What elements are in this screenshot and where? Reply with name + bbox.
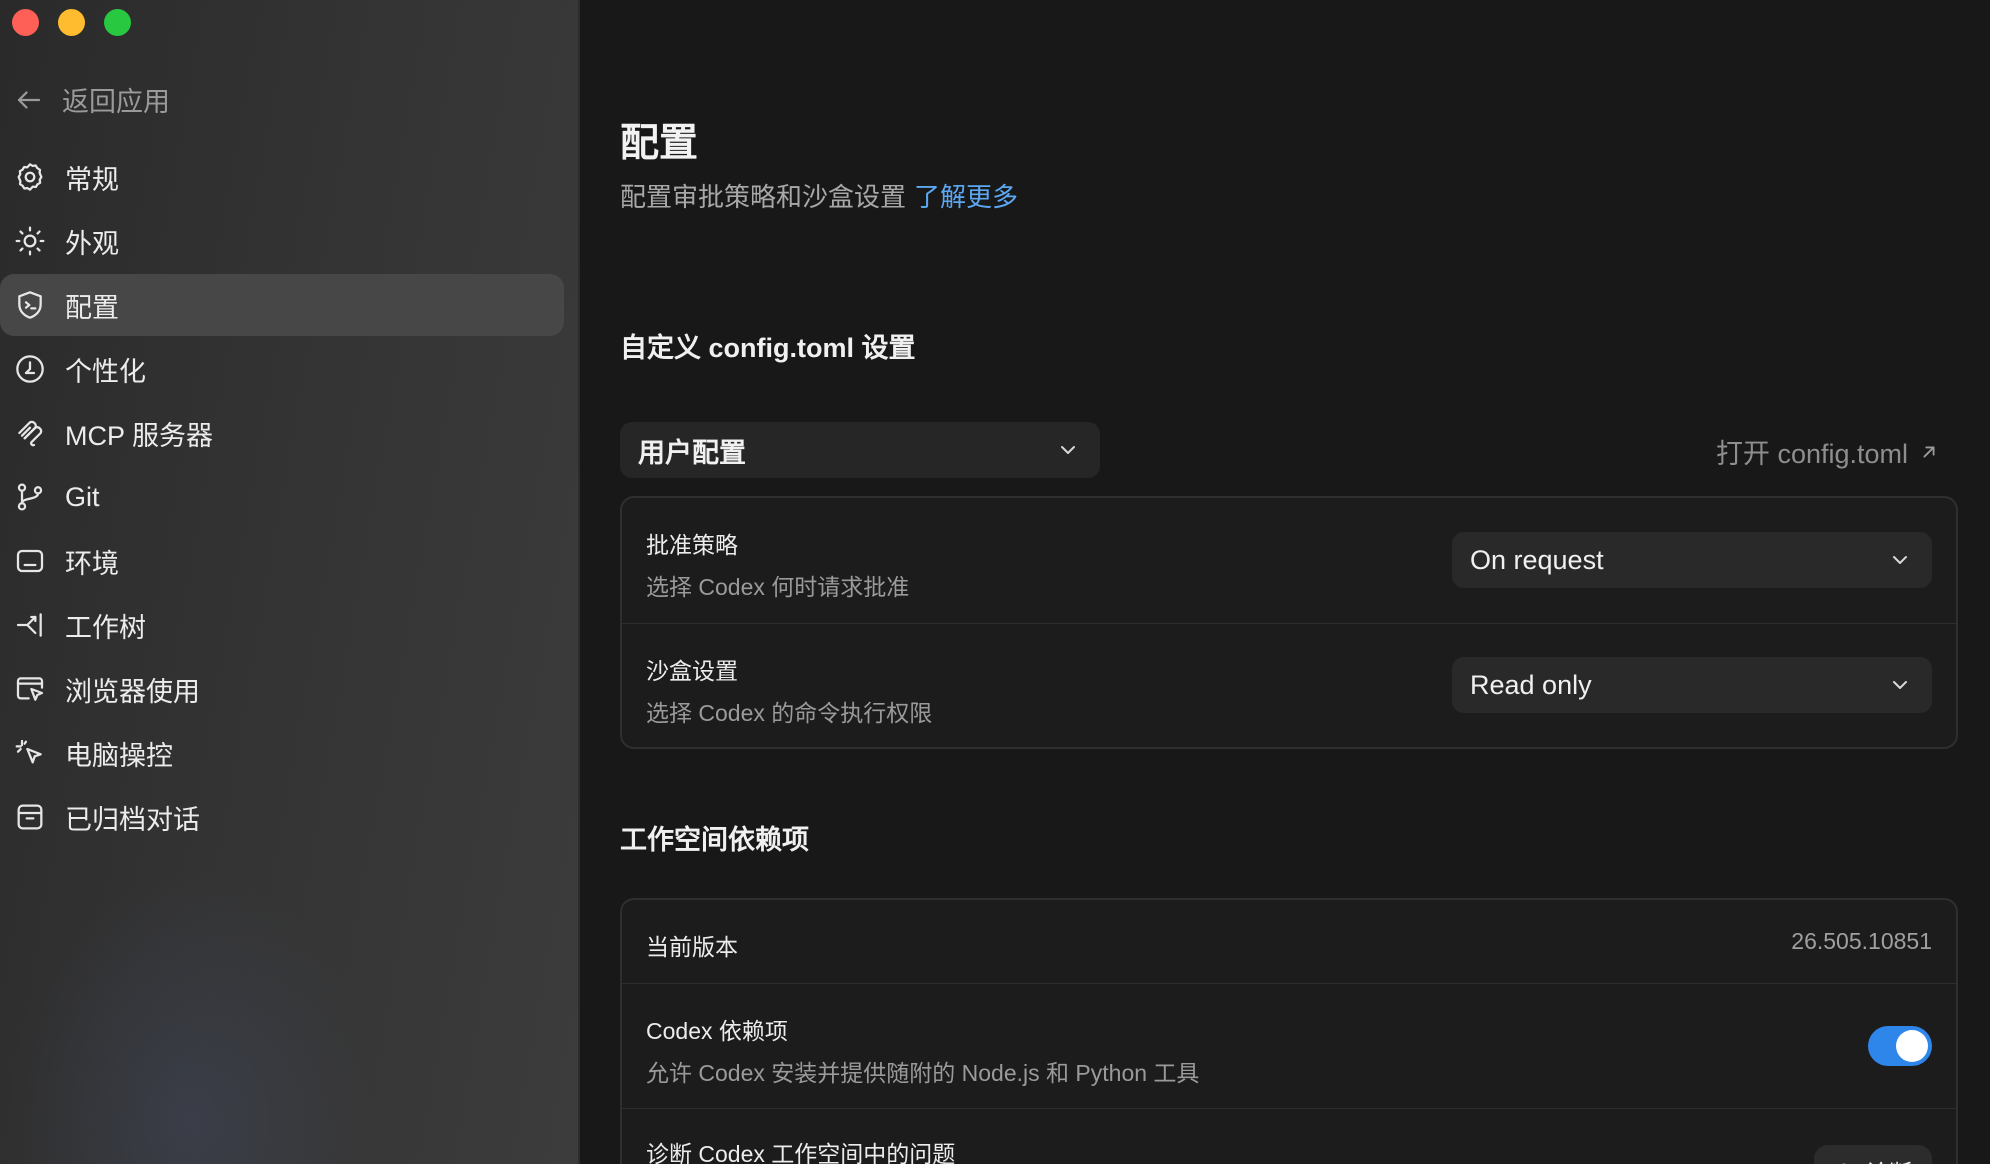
approval-policy-select[interactable]: On request [1452,532,1932,588]
sidebar-item-mcp[interactable]: MCP 服务器 [0,402,564,464]
sidebar-item-environment[interactable]: 环境 [0,530,564,592]
current-version-row: 当前版本 26.505.10851 [622,900,1956,984]
sun-icon [15,226,45,256]
git-branch-icon [17,483,43,511]
monitor-icon [16,549,44,573]
minimize-window-button[interactable] [58,9,85,36]
back-to-app-button[interactable]: 返回应用 [14,80,170,119]
current-version-value: 26.505.10851 [1791,928,1932,954]
sidebar-item-config[interactable]: 配置 [0,274,564,336]
diagnose-label: 诊断 Codex 工作空间中的问题 [646,1141,956,1164]
page-title: 配置 [620,122,699,165]
pointer-click-icon [15,739,42,764]
worktree-icon [16,613,42,637]
sidebar-item-label: 已归档对话 [65,804,200,835]
current-version-label: 当前版本 [646,934,738,960]
approval-policy-desc: 选择 Codex 何时请求批准 [646,574,910,600]
sidebar-item-label: 浏览器使用 [65,676,200,707]
personalize-icon [16,355,44,383]
sidebar-item-label: 个性化 [65,356,146,387]
sandbox-row: 沙盒设置 选择 Codex 的命令执行权限 Read only [622,624,1956,747]
zoom-window-button[interactable] [104,9,131,36]
sidebar-item-git[interactable]: Git [0,466,564,528]
sidebar-item-label: Git [65,481,100,512]
diagnose-row: 诊断 Codex 工作空间中的问题 诊断 [622,1109,1956,1164]
deps-card: 当前版本 26.505.10851 Codex 依赖项 允许 Codex 安装并… [620,898,1958,1164]
codex-deps-row: Codex 依赖项 允许 Codex 安装并提供随附的 Node.js 和 Py… [622,984,1956,1109]
sidebar-item-label: 常规 [65,164,119,195]
sidebar-item-appearance[interactable]: 外观 [0,210,564,272]
settings-content: 配置 配置审批策略和沙盒设置 了解更多 自定义 config.toml 设置 用户… [582,0,1990,1164]
sandbox-desc: 选择 Codex 的命令执行权限 [646,700,933,726]
codex-deps-toggle[interactable] [1868,1026,1932,1066]
sandbox-select[interactable]: Read only [1452,657,1932,713]
sidebar-item-browser[interactable]: 浏览器使用 [0,658,564,720]
arrow-left-icon [17,90,41,109]
back-label: 返回应用 [62,87,170,117]
sidebar-item-label: 外观 [65,228,119,259]
sandbox-value: Read only [1470,669,1592,700]
diagnose-button[interactable]: 诊断 [1814,1145,1932,1164]
chevron-down-icon [1893,681,1907,689]
sidebar-item-label: 电脑操控 [65,740,173,771]
search-icon [1842,1163,1847,1164]
sidebar-item-label: 工作树 [65,612,146,643]
sidebar-item-label: 配置 [65,292,119,323]
sidebar-item-label: 环境 [65,548,119,579]
chevron-down-icon [1061,446,1075,454]
open-config-link[interactable]: 打开 config.toml [1716,432,1940,471]
sidebar-item-label: MCP 服务器 [65,420,214,451]
browser-cursor-icon [16,677,44,701]
page-subtitle: 配置审批策略和沙盒设置 了解更多 [620,177,1018,214]
policy-card: 批准策略 选择 Codex 何时请求批准 On request 沙盒设置 选择 … [620,496,1958,749]
profile-select-value: 用户配置 [638,437,746,468]
archive-icon [17,804,43,830]
chevron-down-icon [1893,556,1907,564]
approval-policy-value: On request [1470,544,1604,575]
sidebar-item-computer-use[interactable]: 电脑操控 [0,722,564,784]
settings-nav: 常规 外观 配置 个性化 MCP 服务器 Git 环境 工作树 浏览器使用 电脑… [0,146,564,850]
profile-select[interactable]: 用户配置 [620,422,1100,478]
toggle-knob [1896,1030,1928,1062]
shield-terminal-icon [18,291,42,319]
window-controls [12,9,131,36]
approval-policy-row: 批准策略 选择 Codex 何时请求批准 On request [622,498,1956,624]
diagnose-button-label: 诊断 [1866,1154,1912,1164]
gear-icon [17,163,43,191]
mcp-icon [18,420,43,447]
learn-more-link[interactable]: 了解更多 [914,182,1018,212]
sidebar: 返回应用 常规 外观 配置 个性化 MCP 服务器 Git 环境 工作树 浏览器… [0,0,580,1164]
config-section-title: 自定义 config.toml 设置 [620,333,916,363]
page-subtitle-text: 配置审批策略和沙盒设置 [620,182,907,212]
sidebar-item-general[interactable]: 常规 [0,146,564,208]
sidebar-item-personalize[interactable]: 个性化 [0,338,564,400]
approval-policy-label: 批准策略 [646,532,738,558]
codex-deps-label: Codex 依赖项 [646,1018,788,1044]
sidebar-item-worktree[interactable]: 工作树 [0,594,564,656]
sandbox-label: 沙盒设置 [646,658,738,684]
codex-deps-desc: 允许 Codex 安装并提供随附的 Node.js 和 Python 工具 [646,1060,1200,1086]
deps-section-title: 工作空间依赖项 [620,825,809,855]
sidebar-item-archived[interactable]: 已归档对话 [0,786,564,848]
open-config-label: 打开 config.toml [1715,439,1908,469]
close-window-button[interactable] [12,9,39,36]
external-arrow-icon [1923,446,1935,457]
